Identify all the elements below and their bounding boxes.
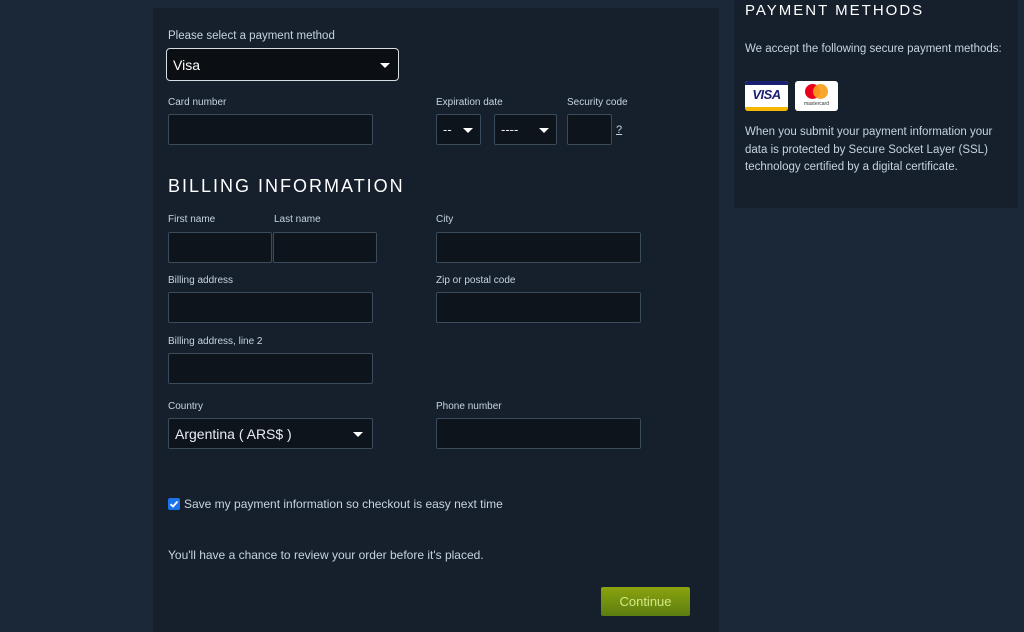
mastercard-logo-text: mastercard bbox=[803, 101, 829, 107]
first-name-input[interactable] bbox=[168, 232, 272, 263]
save-payment-label[interactable]: Save my payment information so checkout … bbox=[184, 497, 503, 511]
last-name-input[interactable] bbox=[273, 232, 377, 263]
last-name-label: Last name bbox=[274, 214, 321, 225]
phone-number-label: Phone number bbox=[436, 401, 502, 412]
country-label: Country bbox=[168, 401, 204, 412]
expiration-month-select[interactable]: -- bbox=[436, 114, 481, 145]
save-payment-checkbox[interactable] bbox=[168, 498, 180, 510]
phone-number-input[interactable] bbox=[436, 418, 641, 449]
security-code-label: Security code bbox=[567, 97, 628, 108]
continue-button[interactable]: Continue bbox=[601, 587, 690, 616]
review-note: You'll have a chance to review your orde… bbox=[168, 548, 484, 562]
payment-method-value: Visa bbox=[173, 56, 200, 73]
billing-section-title: BILLING INFORMATION bbox=[168, 176, 405, 196]
security-code-help-link[interactable]: ? bbox=[616, 124, 622, 136]
checkmark-icon bbox=[169, 500, 179, 508]
expiration-year-select[interactable]: ---- bbox=[494, 114, 557, 145]
billing-address-label: Billing address bbox=[168, 275, 234, 286]
chevron-down-icon bbox=[463, 127, 473, 133]
city-label: City bbox=[436, 214, 454, 225]
payment-method-label: Please select a payment method bbox=[168, 30, 335, 42]
billing-address2-input[interactable] bbox=[168, 353, 373, 384]
visa-logo-text: VISA bbox=[752, 87, 781, 102]
payment-methods-title: PAYMENT METHODS bbox=[745, 2, 925, 19]
country-value: Argentina ( ARS$ ) bbox=[175, 425, 292, 442]
card-number-label: Card number bbox=[168, 97, 227, 108]
first-name-label: First name bbox=[168, 214, 216, 225]
expiration-month-value: -- bbox=[443, 122, 452, 137]
expiration-date-label: Expiration date bbox=[436, 97, 503, 108]
ssl-info-text: When you submit your payment information… bbox=[745, 126, 993, 173]
chevron-down-icon bbox=[380, 62, 390, 68]
country-select[interactable]: Argentina ( ARS$ ) bbox=[168, 418, 373, 449]
city-input[interactable] bbox=[436, 232, 641, 263]
chevron-down-icon bbox=[539, 127, 549, 133]
card-number-input[interactable] bbox=[168, 114, 373, 145]
zip-code-input[interactable] bbox=[436, 292, 641, 323]
billing-address-input[interactable] bbox=[168, 292, 373, 323]
billing-address2-label: Billing address, line 2 bbox=[168, 336, 263, 347]
chevron-down-icon bbox=[353, 431, 363, 437]
expiration-year-value: ---- bbox=[501, 122, 519, 137]
visa-logo: VISA bbox=[745, 81, 788, 111]
security-code-input[interactable] bbox=[567, 114, 612, 145]
payment-methods-intro: We accept the following secure payment m… bbox=[745, 43, 1002, 55]
zip-code-label: Zip or postal code bbox=[436, 275, 516, 286]
mastercard-logo: mastercard bbox=[795, 81, 838, 111]
payment-method-select[interactable]: Visa bbox=[166, 48, 399, 81]
